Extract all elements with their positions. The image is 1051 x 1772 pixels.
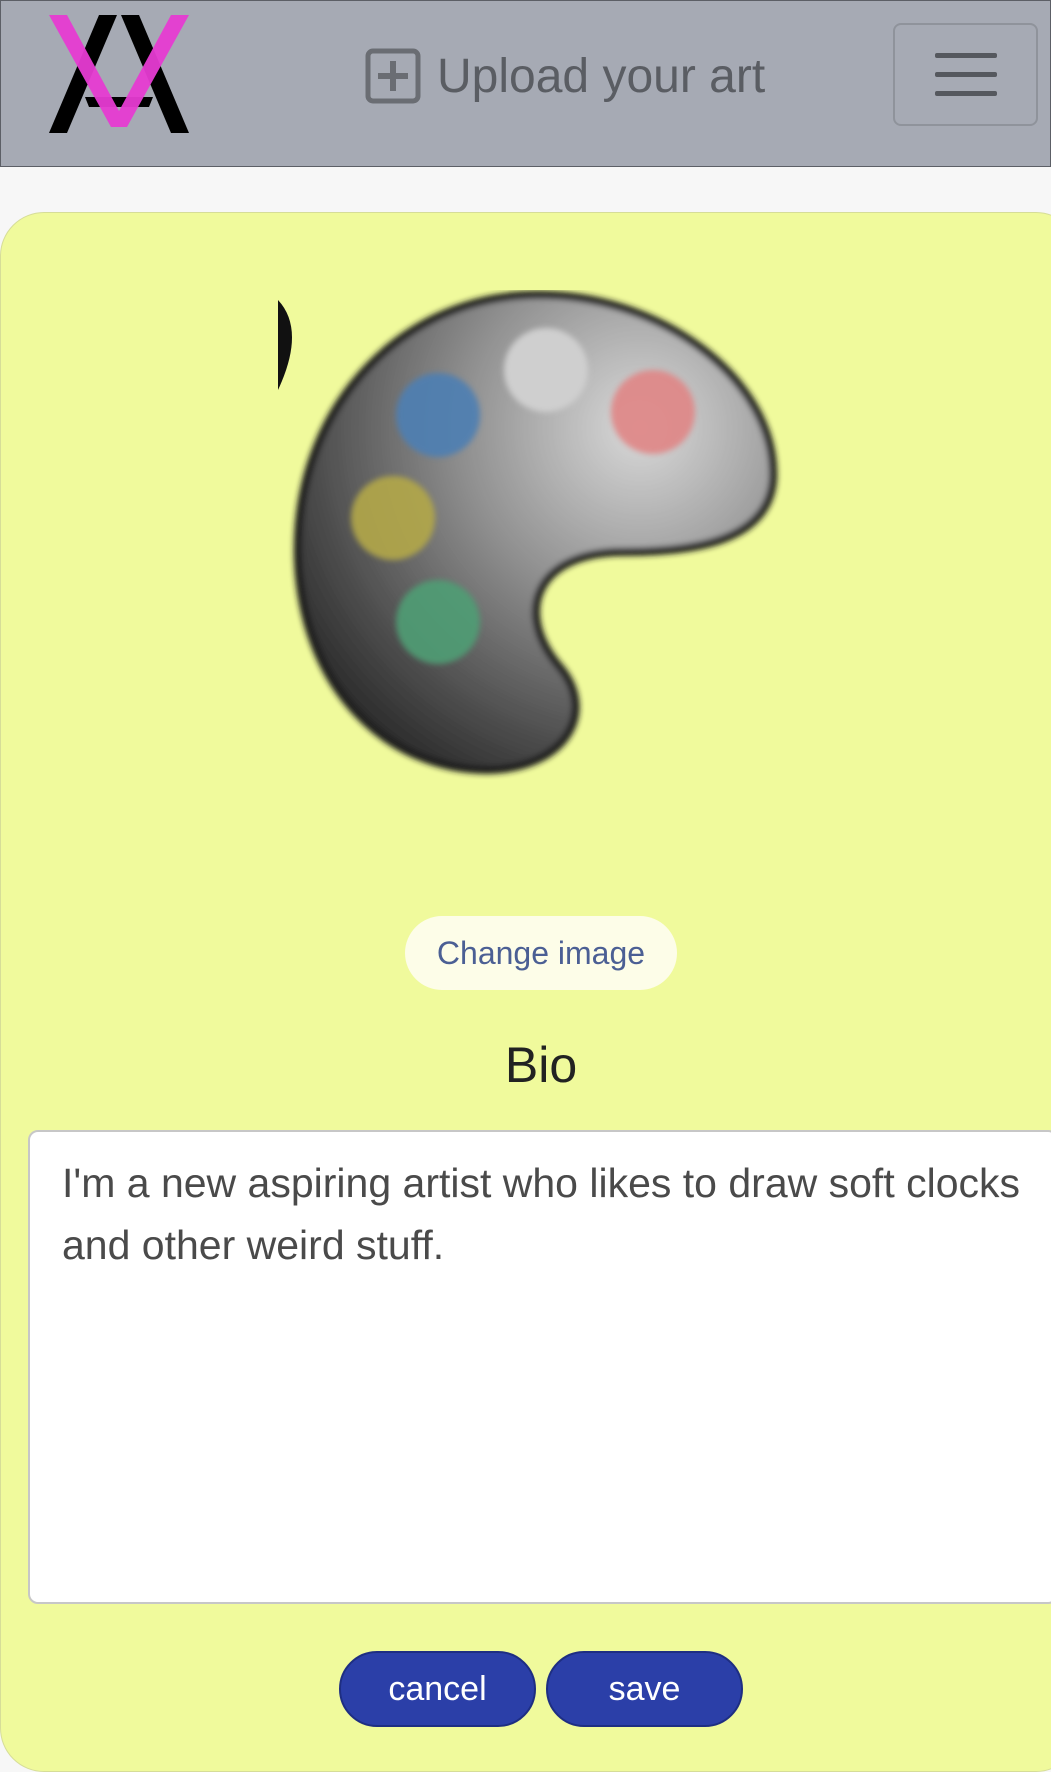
brand-logo[interactable] [49, 15, 189, 135]
hamburger-menu-button[interactable] [893, 23, 1038, 126]
menu-icon-bar [934, 53, 997, 58]
plus-square-icon [365, 48, 421, 104]
upload-art-label: Upload your art [437, 49, 766, 103]
cancel-button[interactable]: cancel [339, 1651, 536, 1727]
bio-heading: Bio [504, 1037, 578, 1093]
palette-avatar-image [278, 290, 778, 775]
save-button[interactable]: save [546, 1651, 743, 1727]
menu-icon-bar [934, 72, 997, 77]
menu-icon-bar [934, 91, 997, 96]
change-image-button[interactable]: Change image [405, 916, 677, 990]
upload-art-link[interactable]: Upload your art [365, 41, 765, 111]
bio-textarea[interactable]: I'm a new aspiring artist who likes to d… [28, 1130, 1051, 1604]
navbar: Upload your art [0, 0, 1051, 167]
